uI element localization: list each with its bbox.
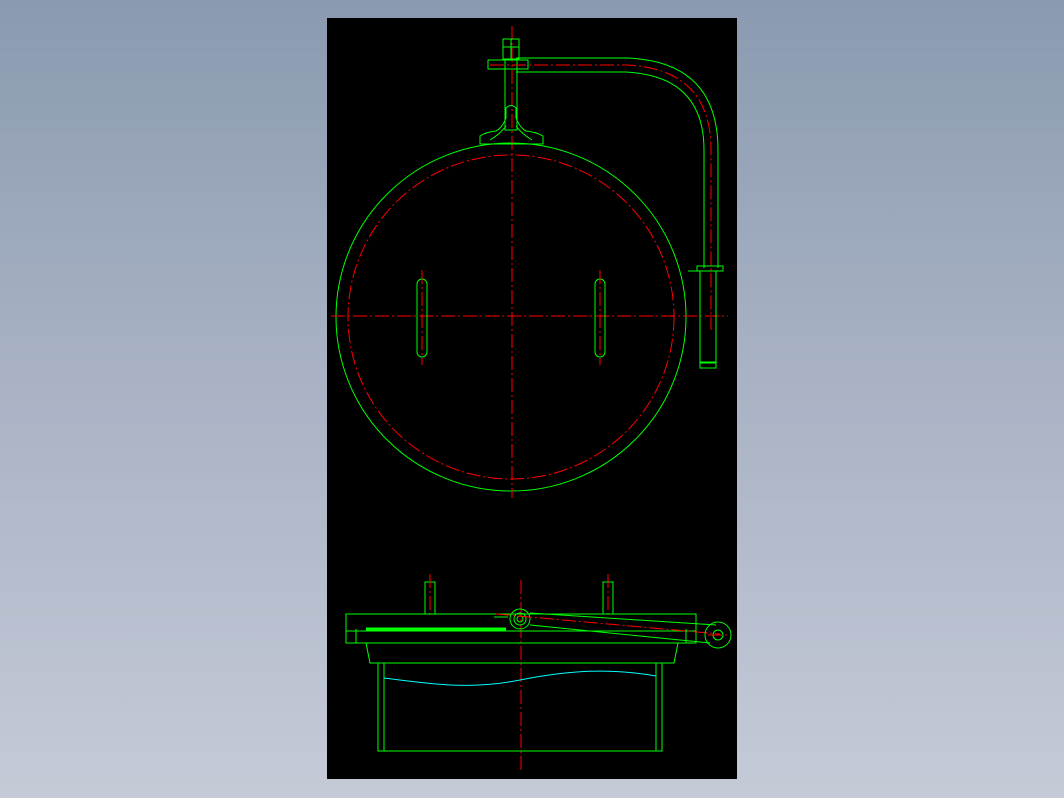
cover-outer-circle (335, 142, 687, 492)
arm-sleeve (699, 270, 717, 364)
break-line (383, 670, 657, 686)
bolt-circle-centerline (347, 154, 675, 480)
support-arm-centerline (490, 64, 712, 330)
shell-neck (377, 662, 663, 752)
hinge-stem (504, 59, 518, 131)
swing-arm (529, 612, 717, 644)
hinge-pin-core (516, 615, 524, 623)
support-arm (516, 57, 719, 268)
neck-transition (365, 642, 679, 664)
hinge-lug-inner (489, 125, 533, 141)
front-section-view (345, 574, 732, 770)
cad-drawing (331, 26, 732, 770)
hinge-pin-outer (509, 608, 531, 630)
hinge-pin-inner (513, 612, 527, 626)
arm-collar (696, 265, 724, 272)
top-view (331, 26, 728, 498)
